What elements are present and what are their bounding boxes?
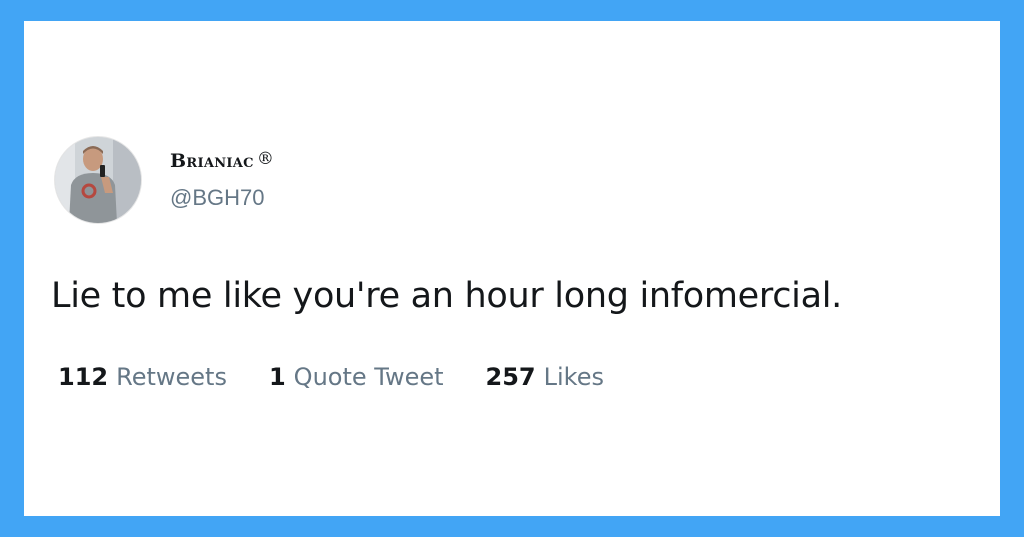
- user-handle[interactable]: @BGH70: [170, 185, 264, 211]
- retweets-stat[interactable]: 112 Retweets: [58, 363, 227, 391]
- retweets-label: Retweets: [116, 363, 227, 391]
- quote-tweets-stat[interactable]: 1 Quote Tweet: [269, 363, 444, 391]
- registered-mark: ®: [256, 149, 275, 169]
- avatar-photo: [55, 137, 141, 223]
- likes-count: 257: [485, 363, 536, 391]
- quote-tweets-label: Quote Tweet: [293, 363, 444, 391]
- tweet-stats: 112 Retweets 1 Quote Tweet 257 Likes: [58, 363, 604, 391]
- retweets-count: 112: [58, 363, 109, 391]
- likes-stat[interactable]: 257 Likes: [486, 363, 604, 391]
- avatar[interactable]: [54, 136, 142, 224]
- tweet-card: Brianiac ® @BGH70 Lie to me like you're a…: [24, 21, 1000, 516]
- quote-tweets-count: 1: [268, 363, 286, 391]
- display-name[interactable]: Brianiac ®: [170, 149, 274, 172]
- tweet-text: Lie to me like you're an hour long infom…: [51, 276, 843, 316]
- display-name-text: Brianiac: [170, 150, 254, 172]
- likes-label: Likes: [543, 363, 604, 391]
